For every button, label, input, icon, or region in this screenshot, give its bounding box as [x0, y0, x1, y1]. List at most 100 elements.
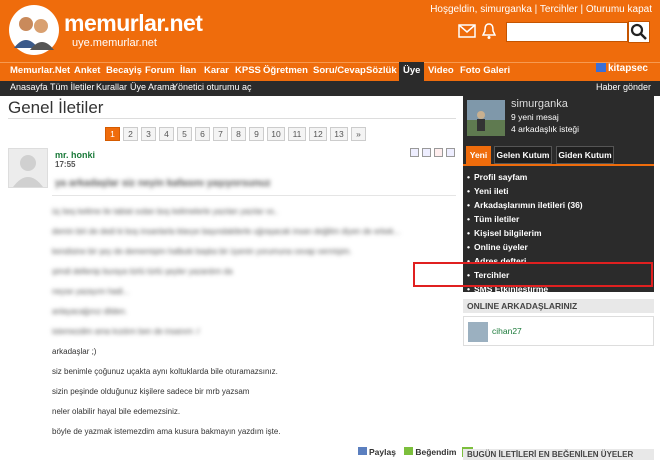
welcome-text: Hoşgeldin, simurganka — [430, 4, 532, 15]
nav-video[interactable]: Video — [428, 65, 454, 76]
sidebar-item-all-posts[interactable]: Tüm iletiler — [467, 214, 519, 224]
main-nav: Memurlar.Net Anket Becayiş Forum İlan Ka… — [0, 62, 660, 81]
sidebar-item-online-users[interactable]: Online üyeler — [467, 242, 528, 252]
edit-icon[interactable] — [410, 148, 419, 157]
page-link[interactable]: 7 — [213, 127, 228, 141]
headline-divider — [52, 195, 456, 196]
nav-karar[interactable]: Karar — [204, 65, 229, 76]
nav-ogretmen[interactable]: Öğretmen — [263, 65, 308, 76]
kitapsec-logo[interactable]: kitapsec — [595, 63, 648, 74]
page-link[interactable]: 9 — [249, 127, 264, 141]
page-link[interactable]: 3 — [141, 127, 156, 141]
subnav-anasayfa[interactable]: Anasayfa — [10, 82, 48, 92]
preferences-link[interactable]: Tercihler — [540, 4, 578, 15]
post-headline-text: ya arkadaşlar siz neyin kafasını yaşıyor… — [55, 178, 271, 189]
like-button[interactable]: Beğendim — [415, 447, 456, 457]
post-headline: ya arkadaşlar siz neyin kafasını yaşıyor… — [55, 178, 271, 189]
send-news-link[interactable]: Haber gönder — [596, 82, 651, 92]
title-divider — [8, 118, 456, 119]
logout-link[interactable]: Oturumu kapat — [586, 4, 652, 15]
post-line: sizin peşinde olduğunuz kişilere sadece … — [52, 387, 250, 396]
nav-foto-galeri[interactable]: Foto Galeri — [460, 65, 510, 76]
report-icon[interactable] — [434, 148, 443, 157]
site-logo[interactable]: memurlar.net uye.memurlar.net — [8, 4, 203, 60]
post-line: neyse yazayım hadi... — [52, 287, 129, 296]
image-icon[interactable] — [422, 148, 431, 157]
post-line: demin biri de dedi ki boş insanlarla kla… — [52, 227, 400, 236]
page-link[interactable]: 11 — [288, 127, 306, 141]
post-line: neler olabilir hayal bile edemezsiniz. — [52, 407, 181, 416]
bell-icon[interactable] — [482, 22, 496, 40]
sidebar-item-profile[interactable]: Profil sayfam — [467, 172, 527, 182]
post-time: 17:55 — [55, 160, 76, 169]
post-actions: Paylaş Beğendim 0 — [358, 447, 473, 457]
nav-sozluk[interactable]: Sözlük — [366, 65, 397, 76]
mail-icon[interactable] — [458, 24, 476, 38]
tab-outbox[interactable]: Giden Kutum — [556, 146, 614, 164]
sub-nav: Anasayfa Tüm İletiler Kurallar Üye Arama… — [0, 81, 660, 96]
page-link[interactable]: 8 — [231, 127, 246, 141]
quote-icon[interactable] — [446, 148, 455, 157]
subnav-yonetici[interactable]: Yönetici oturumu aç — [172, 82, 252, 92]
page-link[interactable]: 1 — [105, 127, 120, 141]
sidebar-username[interactable]: simurganka — [511, 98, 568, 110]
avatar[interactable] — [8, 148, 48, 188]
online-friends-heading: ONLINE ARKADAŞLARINIZ — [463, 299, 654, 313]
logo-title: memurlar.net — [64, 10, 203, 36]
nav-uye[interactable]: Üye — [399, 62, 425, 81]
friend-requests-link[interactable]: 4 arkadaşlık isteği — [511, 124, 579, 134]
share-icon — [358, 447, 367, 455]
page-link[interactable]: 2 — [123, 127, 138, 141]
user-placeholder-icon — [13, 155, 43, 187]
post-line: siz benimle çoğunuz uçakta aynı koltukla… — [52, 367, 278, 376]
search-button[interactable] — [628, 21, 650, 43]
page-link[interactable]: 10 — [267, 127, 285, 141]
next-page-link[interactable]: » — [351, 127, 366, 141]
post-line-text: kendisine bir şey de dememişim halbuki b… — [52, 247, 352, 256]
share-button[interactable]: Paylaş — [369, 447, 396, 457]
post-line: kendisine bir şey de dememişim halbuki b… — [52, 247, 352, 256]
highlight-box — [413, 262, 653, 287]
kitapsec-label: kitapsec — [607, 63, 648, 74]
post-line: şimdi dellenip buraya türlü türlü şeyler… — [52, 267, 233, 276]
page-title: Genel İletiler — [8, 98, 104, 117]
post-line-text: istemezdim ama kızdım ben de insanım :/ — [52, 327, 200, 336]
nav-soru-cevap[interactable]: Soru/Cevap — [313, 65, 366, 76]
subnav-uye-arama[interactable]: Üye Arama — [130, 82, 175, 92]
nav-anket[interactable]: Anket — [74, 65, 100, 76]
subnav-kurallar[interactable]: Kurallar — [96, 82, 127, 92]
logo-subtitle: uye.memurlar.net — [72, 37, 157, 49]
page-link[interactable]: 4 — [159, 127, 174, 141]
new-messages-link[interactable]: 9 yeni mesaj — [511, 112, 559, 122]
post-line: anlayacağınız dilden. — [52, 307, 127, 316]
nav-forum[interactable]: Forum — [145, 65, 175, 76]
subnav-tum-iletiler[interactable]: Tüm İletiler — [50, 82, 95, 92]
tab-inbox[interactable]: Gelen Kutum — [494, 146, 552, 164]
post-line: istemezdim ama kızdım ben de insanım :/ — [52, 327, 200, 336]
users-icon — [9, 5, 59, 55]
friend-name[interactable]: cihan27 — [492, 326, 522, 336]
sidebar-item-friends-posts[interactable]: Arkadaşlarımın iletileri (36) — [467, 200, 583, 210]
page-link[interactable]: 13 — [330, 127, 348, 141]
search-icon — [630, 23, 647, 40]
page-link[interactable]: 5 — [177, 127, 192, 141]
post-line: böyle de yazmak istemezdim ama kusura ba… — [52, 427, 281, 436]
sidebar-item-personal-info[interactable]: Kişisel bilgilerim — [467, 228, 542, 238]
sidebar-item-new-post[interactable]: Yeni ileti — [467, 186, 509, 196]
nav-ilan[interactable]: İlan — [180, 65, 196, 76]
profile-photo-icon — [467, 100, 505, 136]
nav-kpss[interactable]: KPSS — [235, 65, 261, 76]
friend-avatar[interactable] — [468, 322, 488, 342]
page-link[interactable]: 6 — [195, 127, 210, 141]
gift-icon — [595, 63, 606, 72]
post-line-text: neyse yazayım hadi... — [52, 287, 130, 296]
top-liked-heading: BUGÜN İLETİLERİ EN BEĞENİLEN ÜYELER — [463, 449, 654, 460]
post-author[interactable]: mr. honki — [55, 150, 95, 160]
nav-memurlar[interactable]: Memurlar.Net — [10, 65, 70, 76]
post-line-text: demin biri de dedi ki boş insanlarla kla… — [52, 227, 401, 236]
page-link[interactable]: 12 — [309, 127, 327, 141]
tab-new[interactable]: Yeni — [466, 146, 491, 164]
user-photo[interactable] — [467, 100, 505, 136]
search-input[interactable] — [506, 22, 628, 42]
nav-becayis[interactable]: Becayiş — [106, 65, 142, 76]
